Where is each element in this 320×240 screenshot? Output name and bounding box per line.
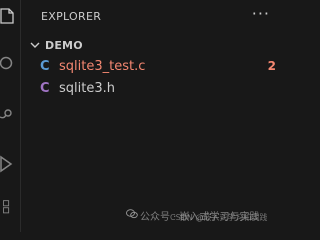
explorer-sidebar: EXPLORER ··· DEMO C sqlite3_test.c 2 C s… [21,0,298,232]
source-control-icon[interactable] [0,107,16,125]
chevron-down-icon [30,42,40,48]
run-debug-icon[interactable] [0,155,16,173]
files-icon[interactable] [0,8,16,26]
vscode-window: EXPLORER ··· DEMO C sqlite3_test.c 2 C s… [0,0,298,232]
more-actions-button[interactable]: ··· [252,4,270,23]
activity-bar [0,0,21,232]
explorer-title: EXPLORER [41,10,102,23]
search-icon[interactable] [0,55,16,73]
file-item-sqlite3-test-c[interactable]: C sqlite3_test.c 2 [21,55,298,77]
extensions-icon[interactable] [0,200,16,218]
folder-demo[interactable]: DEMO [29,36,83,54]
file-item-sqlite3-h[interactable]: C sqlite3.h [21,77,298,99]
c-header-file-icon: C [40,80,50,96]
file-name: sqlite3_test.c [59,58,146,74]
problems-badge: 2 [267,59,276,73]
c-file-icon: C [40,58,50,74]
file-name: sqlite3.h [59,80,115,96]
wechat-logo-icon [126,209,138,219]
folder-name: DEMO [45,38,83,52]
watermark-overlay-text: CSDN @嵌入式学习和实践 [170,213,268,222]
